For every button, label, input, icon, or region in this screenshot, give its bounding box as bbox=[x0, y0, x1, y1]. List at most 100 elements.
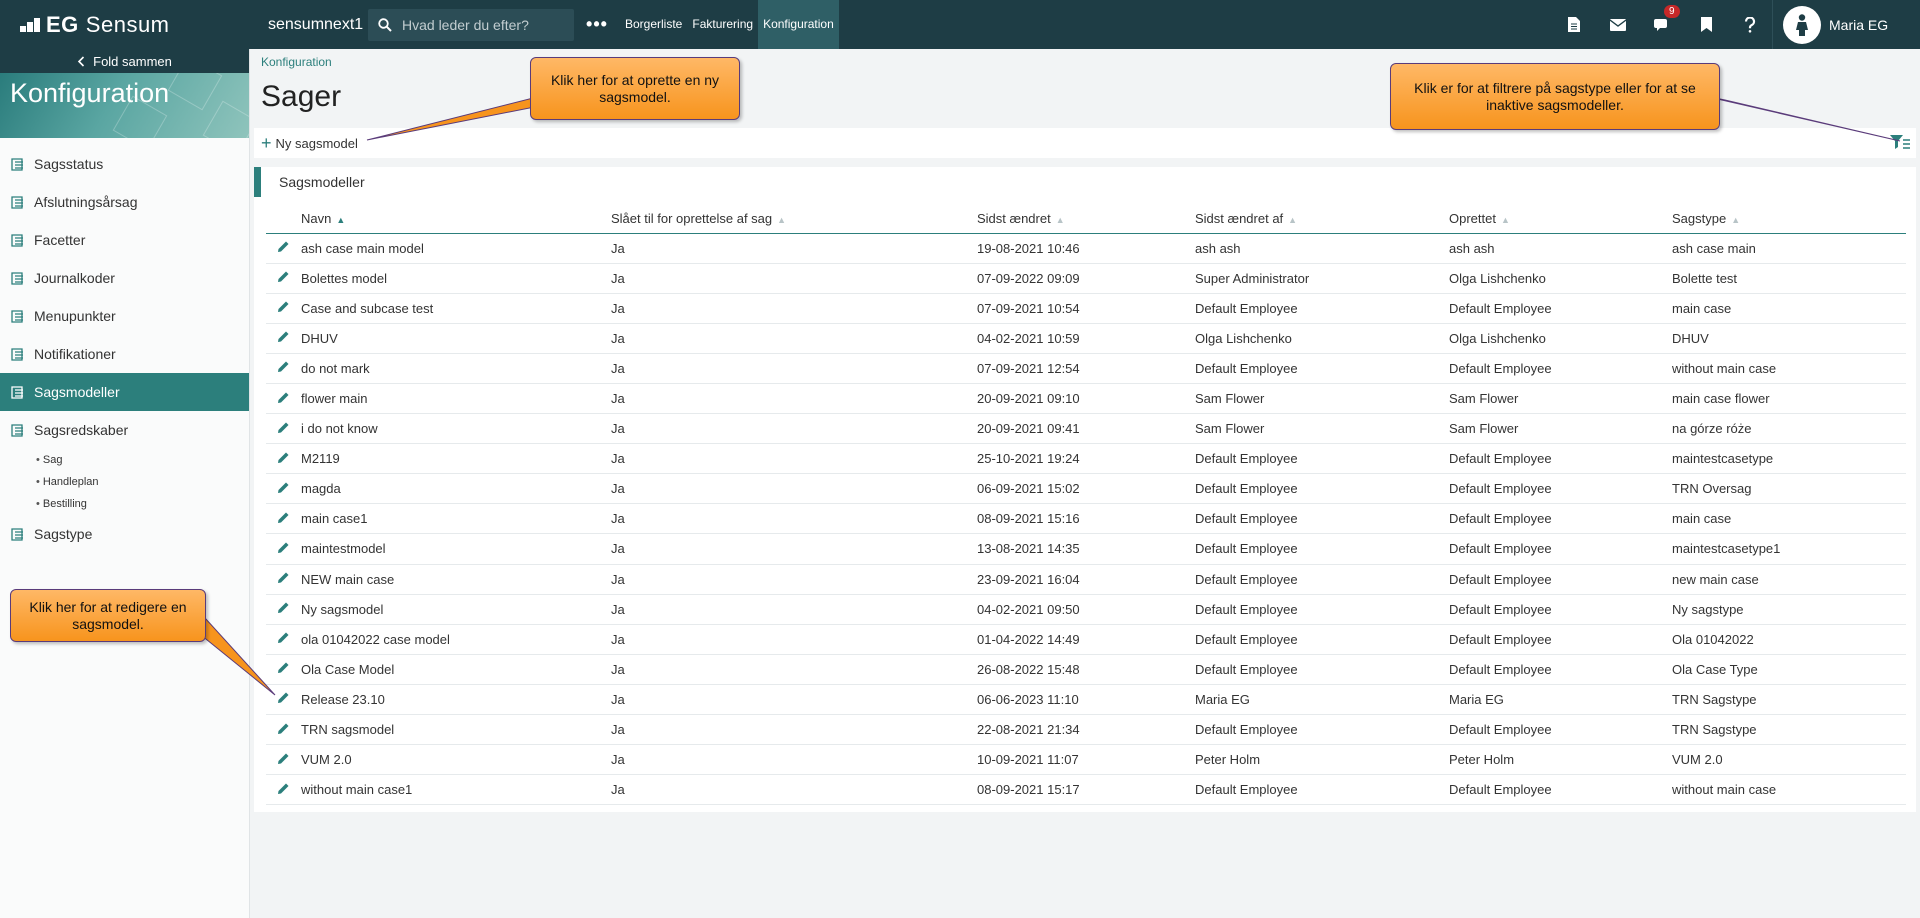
edit-button[interactable] bbox=[266, 533, 301, 565]
sidebar-item-sagsredskaber[interactable]: Sagsredskaber bbox=[0, 411, 249, 449]
edit-button[interactable] bbox=[266, 744, 301, 776]
cell-name[interactable]: Ola Case Model bbox=[301, 654, 611, 685]
table-row[interactable]: maintestmodel Ja 13-08-2021 14:35 Default E… bbox=[266, 533, 1906, 565]
edit-button[interactable] bbox=[266, 714, 301, 746]
cell-case-type: TRN Sagstype bbox=[1672, 714, 1906, 746]
table-row[interactable]: Release 23.10 Ja 06-06-2023 11:10 Maria EG M… bbox=[266, 684, 1906, 716]
nav-fakturering[interactable]: Fakturering bbox=[687, 0, 758, 49]
table-row[interactable]: Ny sagsmodel Ja 04-02-2021 09:50 Default Em… bbox=[266, 594, 1906, 625]
table-row[interactable]: Case and subcase test Ja 07-09-2021 10:54 D… bbox=[266, 293, 1906, 324]
sidebar-item-journalkoder[interactable]: Journalkoder bbox=[0, 259, 249, 297]
table-row[interactable]: ash case main model Ja 19-08-2021 10:46 ash… bbox=[266, 233, 1906, 264]
column-header-navn[interactable]: Navn ▲ bbox=[301, 205, 611, 234]
edit-button[interactable] bbox=[266, 263, 301, 294]
cell-last-modified-by: Default Employee bbox=[1195, 774, 1449, 806]
table-row[interactable]: Bolettes model Ja 07-09-2022 09:09 Super Ad… bbox=[266, 263, 1906, 294]
mail-button[interactable] bbox=[1596, 0, 1640, 49]
sidebar-item-afslutningsarsag[interactable]: Afslutningsårsag bbox=[0, 183, 249, 221]
search-box[interactable] bbox=[368, 8, 574, 41]
sidebar-subitem-handleplan[interactable]: Handleplan bbox=[0, 471, 249, 493]
edit-button[interactable] bbox=[266, 503, 301, 535]
cell-name[interactable]: M2119 bbox=[301, 443, 611, 475]
document-button[interactable] bbox=[1552, 0, 1596, 49]
table-row[interactable]: without main case1 Ja 08-09-2021 15:17 Defa… bbox=[266, 774, 1906, 806]
sidebar-subitem-sag[interactable]: Sag bbox=[0, 449, 249, 471]
column-header-slaaet-til[interactable]: Slået til for oprettelse af sag ▲ bbox=[611, 205, 977, 234]
edit-button[interactable] bbox=[266, 293, 301, 324]
edit-column-header bbox=[266, 205, 301, 234]
cell-name[interactable]: without main case1 bbox=[301, 774, 611, 806]
edit-button[interactable] bbox=[266, 594, 301, 625]
sidebar-item-notifikationer[interactable]: Notifikationer bbox=[0, 335, 249, 373]
search-input[interactable] bbox=[402, 16, 562, 33]
messages-button[interactable]: 9 bbox=[1640, 0, 1684, 49]
column-header-sidst-aendret-af[interactable]: Sidst ændret af ▲ bbox=[1195, 205, 1449, 234]
eg-sensum-logo[interactable]: EG Sensum bbox=[0, 0, 250, 49]
edit-button[interactable] bbox=[266, 353, 301, 384]
help-button[interactable] bbox=[1728, 0, 1772, 49]
sidebar-subitem-bestilling[interactable]: Bestilling bbox=[0, 493, 249, 515]
cell-name[interactable]: VUM 2.0 bbox=[301, 744, 611, 776]
cell-name[interactable]: Case and subcase test bbox=[301, 293, 611, 324]
filter-button[interactable] bbox=[1890, 134, 1910, 153]
table-row[interactable]: ola 01042022 case model Ja 01-04-2022 14:4… bbox=[266, 624, 1906, 655]
cell-name[interactable]: magda bbox=[301, 473, 611, 505]
sidebar-item-sagsmodeller[interactable]: Sagsmodeller bbox=[0, 373, 249, 411]
cell-last-modified-by: Peter Holm bbox=[1195, 744, 1449, 776]
table-row[interactable]: do not mark Ja 07-09-2021 12:54 Default Emp… bbox=[266, 353, 1906, 384]
edit-button[interactable] bbox=[266, 443, 301, 475]
nav-konfiguration[interactable]: Konfiguration bbox=[758, 0, 839, 49]
edit-button[interactable] bbox=[266, 564, 301, 595]
collapse-sidebar-button[interactable]: Fold sammen bbox=[0, 49, 249, 73]
table-row[interactable]: Ola Case Model Ja 26-08-2022 15:48 Default … bbox=[266, 654, 1906, 685]
table-row[interactable]: main case1 Ja 08-09-2021 15:16 Default Empl… bbox=[266, 503, 1906, 535]
bookmark-button[interactable] bbox=[1684, 0, 1728, 49]
table-row[interactable]: VUM 2.0 Ja 10-09-2021 11:07 Peter Holm Peter… bbox=[266, 744, 1906, 776]
sidebar-item-sagstype[interactable]: Sagstype bbox=[0, 515, 249, 553]
edit-button[interactable] bbox=[266, 654, 301, 685]
column-header-sidst-aendret[interactable]: Sidst ændret ▲ bbox=[977, 205, 1195, 234]
cell-name[interactable]: i do not know bbox=[301, 413, 611, 445]
sidebar-item-facetter[interactable]: Facetter bbox=[0, 221, 249, 259]
table-row[interactable]: TRN sagsmodel Ja 22-08-2021 21:34 Default E… bbox=[266, 714, 1906, 746]
cell-name[interactable]: flower main bbox=[301, 383, 611, 415]
new-case-model-button[interactable]: + Ny sagsmodel bbox=[261, 134, 358, 152]
nav-borgerliste[interactable]: Borgerliste bbox=[620, 0, 687, 49]
breadcrumb[interactable]: Konfiguration bbox=[261, 55, 332, 69]
user-menu[interactable]: Maria EG bbox=[1772, 0, 1920, 49]
table-row[interactable]: flower main Ja 20-09-2021 09:10 Sam Flower S… bbox=[266, 383, 1906, 415]
cell-name[interactable]: ola 01042022 case model bbox=[301, 624, 611, 655]
edit-button[interactable] bbox=[266, 233, 301, 264]
cell-name[interactable]: DHUV bbox=[301, 323, 611, 354]
cell-name[interactable]: main case1 bbox=[301, 503, 611, 535]
edit-button[interactable] bbox=[266, 473, 301, 505]
table-row[interactable]: magda Ja 06-09-2021 15:02 Default Employee D… bbox=[266, 473, 1906, 505]
table-row[interactable]: NEW main case Ja 23-09-2021 16:04 Default E… bbox=[266, 564, 1906, 595]
table-row[interactable]: M2119 Ja 25-10-2021 19:24 Default Employee D… bbox=[266, 443, 1906, 475]
cell-name[interactable]: Bolettes model bbox=[301, 263, 611, 294]
edit-button[interactable] bbox=[266, 383, 301, 415]
cell-case-type: Ola Case Type bbox=[1672, 654, 1906, 685]
cell-name[interactable]: TRN sagsmodel bbox=[301, 714, 611, 746]
edit-button[interactable] bbox=[266, 624, 301, 655]
more-menu-button[interactable]: ••• bbox=[574, 14, 620, 35]
edit-callout: Klik her for at redigere en sagsmodel. bbox=[10, 589, 206, 642]
cell-name[interactable]: do not mark bbox=[301, 353, 611, 384]
table-row[interactable]: DHUV Ja 04-02-2021 10:59 Olga Lishchenko Olg… bbox=[266, 323, 1906, 354]
table-row[interactable]: i do not know Ja 20-09-2021 09:41 Sam Flowe… bbox=[266, 413, 1906, 445]
sidebar-item-sagsstatus[interactable]: Sagsstatus bbox=[0, 145, 249, 183]
cell-last-modified: 04-02-2021 09:50 bbox=[977, 594, 1195, 625]
cell-name[interactable]: Ny sagsmodel bbox=[301, 594, 611, 625]
cell-name[interactable]: NEW main case bbox=[301, 564, 611, 595]
column-header-sagstype[interactable]: Sagstype ▲ bbox=[1672, 205, 1906, 234]
cell-name[interactable]: ash case main model bbox=[301, 233, 611, 264]
column-header-oprettet[interactable]: Oprettet ▲ bbox=[1449, 205, 1672, 234]
sidebar-item-menupunkter[interactable]: Menupunkter bbox=[0, 297, 249, 335]
edit-button[interactable] bbox=[266, 413, 301, 445]
edit-button[interactable] bbox=[266, 774, 301, 806]
cell-name[interactable]: Release 23.10 bbox=[301, 684, 611, 716]
edit-button[interactable] bbox=[266, 684, 301, 716]
cell-name[interactable]: maintestmodel bbox=[301, 533, 611, 565]
edit-button[interactable] bbox=[266, 323, 301, 354]
pencil-icon bbox=[278, 783, 289, 794]
